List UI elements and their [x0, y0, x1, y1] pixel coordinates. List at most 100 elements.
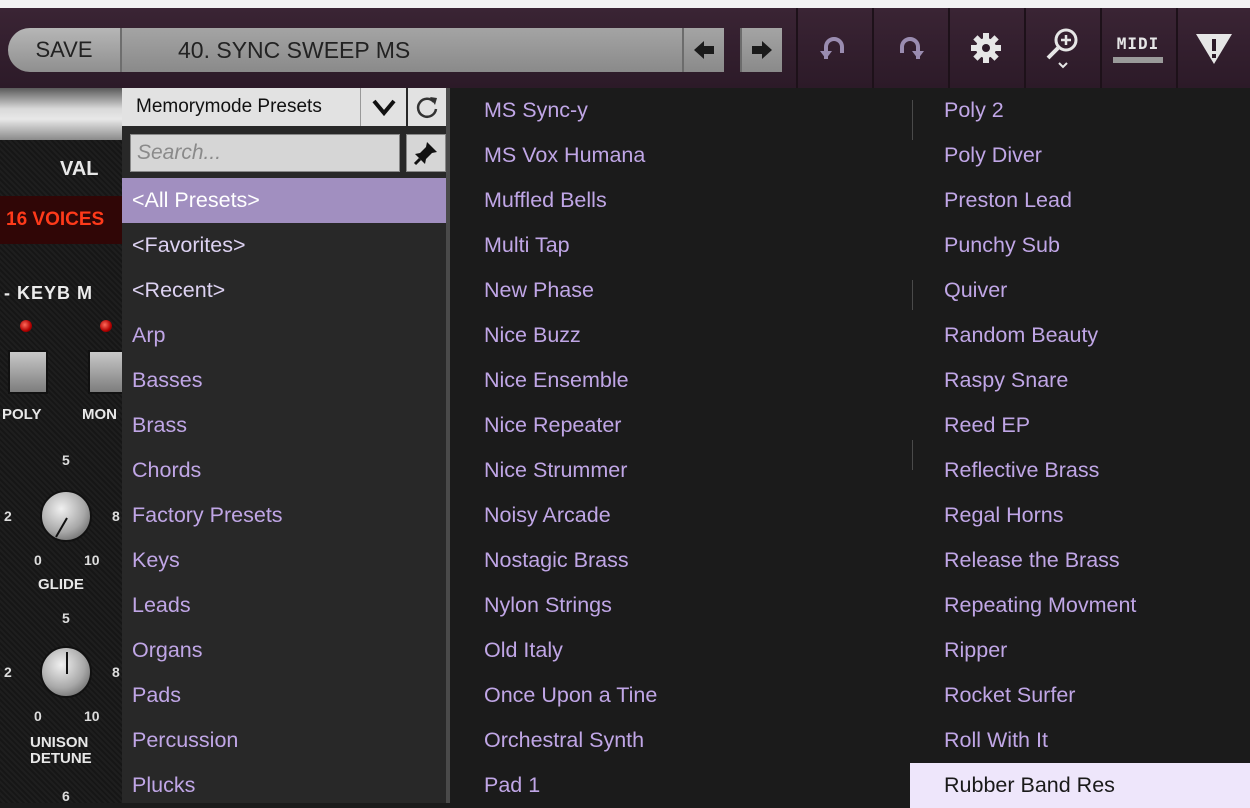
synth-panel: VAL 16 VOICES - KEYB M POLY MON 5 2 8 0 … [0, 88, 122, 803]
preset-name-display[interactable]: 40. SYNC SWEEP MS [120, 28, 682, 72]
bank-dropdown-button[interactable] [360, 88, 406, 126]
glide-tick-5: 5 [62, 452, 70, 468]
voices-display: 16 VOICES [0, 196, 122, 244]
bank-select[interactable]: Memorymode Presets [122, 88, 360, 126]
detune-tick-10: 10 [84, 708, 100, 724]
category-item[interactable]: <All Presets> [122, 178, 446, 223]
preset-item[interactable]: Ripper [910, 628, 1250, 673]
redo-button[interactable] [872, 8, 946, 88]
glide-tick-8: 8 [112, 508, 120, 524]
refresh-icon [416, 97, 438, 118]
pin-button[interactable] [406, 134, 446, 172]
preset-item[interactable]: Rubber Band Res [910, 763, 1250, 808]
zoom-button[interactable] [1024, 8, 1098, 88]
midi-activity-bar [1113, 56, 1163, 63]
preset-item[interactable]: Reflective Brass [910, 448, 1250, 493]
save-button[interactable]: SAVE [8, 28, 120, 72]
preset-item[interactable]: MS Sync-y [450, 88, 912, 133]
preset-item[interactable]: Random Beauty [910, 313, 1250, 358]
redo-icon [900, 37, 924, 59]
preset-item[interactable]: Repeating Movment [910, 583, 1250, 628]
glide-knob[interactable] [40, 490, 92, 542]
preset-item[interactable]: Reed EP [910, 403, 1250, 448]
detune-tick-8: 8 [112, 664, 120, 680]
detune-tick-0: 0 [34, 708, 42, 724]
top-trim [0, 0, 1250, 8]
mono-button[interactable] [88, 350, 122, 394]
warning-button[interactable] [1176, 8, 1250, 88]
preset-item[interactable]: New Phase [450, 268, 912, 313]
prev-preset-button[interactable] [682, 28, 724, 72]
glide-tick-2: 2 [4, 508, 12, 524]
settings-button[interactable] [948, 8, 1022, 88]
unison-detune-knob[interactable] [40, 646, 92, 698]
category-item[interactable]: Leads [122, 583, 446, 628]
midi-label: MIDI [1116, 33, 1160, 53]
arrow-right-icon [752, 41, 772, 59]
undo-button[interactable] [796, 8, 870, 88]
glide-label: GLIDE [38, 576, 84, 593]
preset-item[interactable]: Regal Horns [910, 493, 1250, 538]
category-item[interactable]: Factory Presets [122, 493, 446, 538]
poly-led [20, 320, 32, 332]
toolbar: SAVE 40. SYNC SWEEP MS MIDI [0, 8, 1250, 88]
preset-item[interactable]: Roll With It [910, 718, 1250, 763]
metal-trim [0, 88, 122, 140]
preset-item[interactable]: Nice Strummer [450, 448, 912, 493]
pin-icon [413, 142, 437, 166]
category-item[interactable]: Pads [122, 673, 446, 718]
glide-tick-0: 0 [34, 552, 42, 568]
unison-detune-knob-pointer [66, 652, 68, 674]
preset-item[interactable]: Raspy Snare [910, 358, 1250, 403]
category-list: <All Presets> <Favorites> <Recent> Arp Basse… [122, 178, 446, 808]
next-preset-button[interactable] [740, 28, 782, 72]
preset-item[interactable]: Nice Ensemble [450, 358, 912, 403]
preset-item[interactable]: Release the Brass [910, 538, 1250, 583]
preset-item[interactable]: Nice Buzz [450, 313, 912, 358]
preset-item[interactable]: Punchy Sub [910, 223, 1250, 268]
preset-column-1: MS Sync-y MS Vox Humana Muffled Bells Multi… [450, 88, 912, 803]
mono-led [100, 320, 112, 332]
poly-label: POLY [2, 406, 42, 423]
preset-item[interactable]: Noisy Arcade [450, 493, 912, 538]
preset-item[interactable]: Preston Lead [910, 178, 1250, 223]
preset-item[interactable]: Pad 1 [450, 763, 912, 808]
category-item[interactable]: <Favorites> [122, 223, 446, 268]
category-item[interactable]: Brass [122, 403, 446, 448]
preset-item[interactable]: Orchestral Synth [450, 718, 912, 763]
preset-item[interactable]: Poly Diver [910, 133, 1250, 178]
preset-item[interactable]: Quiver [910, 268, 1250, 313]
unison-label: UNISON [30, 734, 89, 751]
poly-button[interactable] [8, 350, 48, 394]
gear-icon [971, 33, 1001, 63]
preset-item[interactable]: Old Italy [450, 628, 912, 673]
preset-column-2: Poly 2 Poly Diver Preston Lead Punchy Sub Qu… [910, 88, 1250, 808]
preset-item[interactable]: Nostagic Brass [450, 538, 912, 583]
preset-item[interactable]: Once Upon a Tine [450, 673, 912, 718]
preset-item[interactable]: Poly 2 [910, 88, 1250, 133]
category-item[interactable]: Organs [122, 628, 446, 673]
chevron-down-icon [371, 99, 396, 117]
category-item[interactable]: Chords [122, 448, 446, 493]
refresh-button[interactable] [408, 88, 446, 126]
keyboard-mode-label: - KEYB M [4, 283, 93, 303]
warning-icon [1196, 34, 1232, 64]
midi-button[interactable]: MIDI [1100, 8, 1174, 88]
category-item[interactable]: Arp [122, 313, 446, 358]
preset-item[interactable]: Nylon Strings [450, 583, 912, 628]
category-item[interactable]: Percussion [122, 718, 446, 763]
category-item[interactable]: Keys [122, 538, 446, 583]
detune-label: DETUNE [30, 750, 92, 767]
category-item[interactable]: <Recent> [122, 268, 446, 313]
search-input[interactable] [130, 134, 400, 172]
preset-item[interactable]: Muffled Bells [450, 178, 912, 223]
preset-item[interactable]: Multi Tap [450, 223, 912, 268]
category-item[interactable]: Plucks [122, 763, 446, 808]
preset-item[interactable]: Rocket Surfer [910, 673, 1250, 718]
preset-item[interactable]: Nice Repeater [450, 403, 912, 448]
arrow-left-icon [694, 41, 714, 59]
mono-label: MON [82, 406, 117, 423]
undo-icon [820, 37, 844, 59]
category-item[interactable]: Basses [122, 358, 446, 403]
preset-item[interactable]: MS Vox Humana [450, 133, 912, 178]
